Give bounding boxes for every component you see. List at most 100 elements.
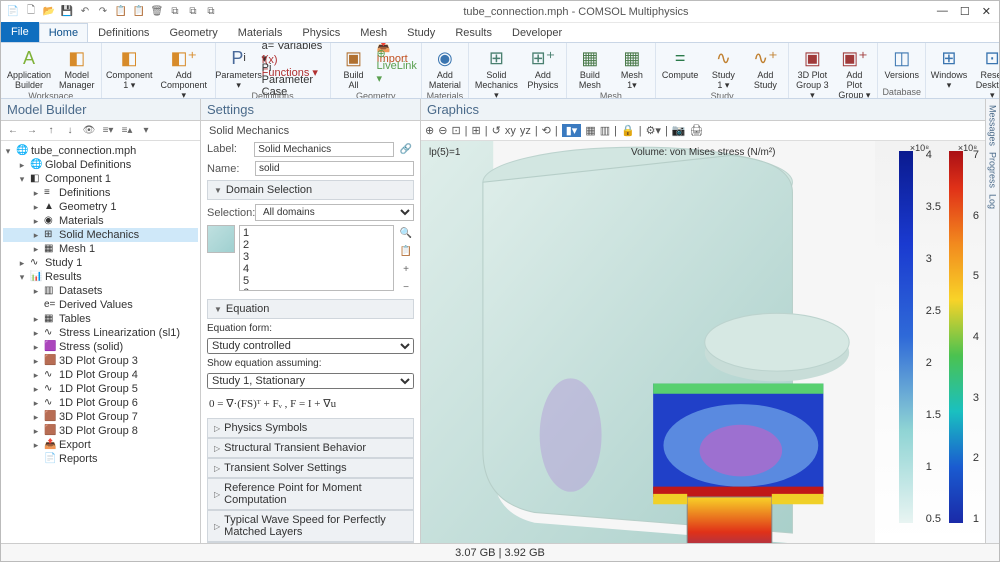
zoom-extents-icon[interactable]: ⊡	[451, 124, 460, 137]
tree-node[interactable]: ▸🟫3D Plot Group 7	[3, 410, 198, 424]
tab-developer[interactable]: Developer	[502, 23, 572, 42]
domain-item[interactable]: 3	[243, 251, 390, 263]
qat-btn-4[interactable]: ↶	[77, 4, 93, 20]
tree-node[interactable]: ▸∿Stress Linearization (sl1)	[3, 326, 198, 340]
tree-node[interactable]: ▸◉Materials	[3, 214, 198, 228]
rotate-icon[interactable]: ⟲	[542, 124, 551, 137]
sidetab-messages[interactable]: Messages	[988, 105, 998, 146]
windows-button[interactable]: ⊞Windows▾	[930, 45, 968, 90]
nav-back-icon[interactable]: ←	[5, 123, 21, 139]
minimize-icon[interactable]: —	[937, 5, 948, 18]
tab-physics[interactable]: Physics	[292, 23, 350, 42]
section-transient-solver-settings[interactable]: ▷Transient Solver Settings	[207, 458, 414, 478]
tree-node[interactable]: ▸🟫3D Plot Group 3	[3, 354, 198, 368]
label-link-icon[interactable]: 🔗	[398, 141, 414, 157]
tab-results[interactable]: Results	[445, 23, 502, 42]
scene-light-icon[interactable]: ▦	[585, 124, 595, 137]
tree-node[interactable]: ▾📊Results	[3, 270, 198, 284]
qat-btn-9[interactable]: ⧉	[167, 4, 183, 20]
add-study-button[interactable]: ∿⁺AddStudy	[746, 45, 784, 90]
view-xy2-icon[interactable]: xy	[505, 125, 516, 137]
versions-button[interactable]: ◫Versions	[882, 45, 921, 80]
tab-file[interactable]: File	[1, 22, 39, 42]
tree-node[interactable]: ▸🟪Stress (solid)	[3, 340, 198, 354]
name-input[interactable]	[255, 161, 414, 176]
tree-node[interactable]: ▸∿1D Plot Group 4	[3, 368, 198, 382]
nav-fwd-icon[interactable]: →	[24, 123, 40, 139]
qat-btn-3[interactable]: 💾	[59, 4, 75, 20]
tree-node[interactable]: ▾◧Component 1	[3, 172, 198, 186]
qat-btn-8[interactable]: 🗑	[149, 4, 165, 20]
tree-node[interactable]: ▸📤Export	[3, 438, 198, 452]
domain-item[interactable]: 5	[243, 275, 390, 287]
qat-btn-10[interactable]: ⧉	[185, 4, 201, 20]
print-icon[interactable]: ⚙▾	[646, 124, 661, 137]
tree-node[interactable]: ▸∿Study 1	[3, 256, 198, 270]
equation-section[interactable]: ▼Equation	[207, 299, 414, 319]
eqform-select[interactable]: Study controlled	[207, 338, 414, 354]
maximize-icon[interactable]: ☐	[960, 5, 970, 18]
add-physics-button[interactable]: ⊞⁺AddPhysics	[524, 45, 562, 90]
section-structural-transient-behavior[interactable]: ▷Structural Transient Behavior	[207, 438, 414, 458]
param-case-button[interactable]: Pi Parameter Case	[262, 73, 326, 87]
build-mesh-button[interactable]: ▦BuildMesh	[571, 45, 609, 90]
select-icon[interactable]: ▮▾	[562, 124, 582, 137]
lock-icon[interactable]: 🔒	[621, 124, 635, 137]
selection-select[interactable]: All domains	[255, 204, 414, 221]
model-manager-button[interactable]: ◧ModelManager	[57, 45, 97, 90]
tree-node[interactable]: ▸▦Tables	[3, 312, 198, 326]
tab-geometry[interactable]: Geometry	[159, 23, 227, 42]
add-plot-group-button[interactable]: ▣⁺Add PlotGroup ▾	[835, 45, 873, 99]
app-builder-button[interactable]: AApplicationBuilder	[5, 45, 53, 90]
qat-btn-2[interactable]: 📂	[41, 4, 57, 20]
nav-up-icon[interactable]: ↑	[43, 123, 59, 139]
add-component-button[interactable]: ◧⁺AddComponent ▾	[157, 45, 211, 99]
tree-node[interactable]: ▸∿1D Plot Group 6	[3, 396, 198, 410]
remove-sel-icon[interactable]: −	[398, 279, 414, 295]
sidetab-progress[interactable]: Progress	[988, 152, 998, 188]
tree-node[interactable]: e=Derived Values	[3, 298, 198, 312]
zoom-in-icon[interactable]: ⊕	[425, 124, 434, 137]
domain-selection-section[interactable]: ▼Domain Selection	[207, 180, 414, 200]
sidetab-log[interactable]: Log	[988, 194, 998, 209]
graphics-viewport[interactable]: lp(5)=1 Volume: von Mises stress (N/m²) …	[421, 141, 985, 543]
study1-button[interactable]: ∿Study1 ▾	[704, 45, 742, 90]
tree-node[interactable]: ▸🌐Global Definitions	[3, 158, 198, 172]
view-xy-icon[interactable]: ⊞	[472, 124, 481, 137]
paste-sel-icon[interactable]: 📋	[398, 243, 414, 259]
zoom-out-icon[interactable]: ⊖	[438, 124, 447, 137]
tab-home[interactable]: Home	[39, 23, 88, 42]
domain-item[interactable]: 4	[243, 263, 390, 275]
tab-materials[interactable]: Materials	[228, 23, 293, 42]
reset-desktop-button[interactable]: ⊡ResetDesktop ▾	[972, 45, 999, 99]
tree-node[interactable]: ▸▲Geometry 1	[3, 200, 198, 214]
label-input[interactable]	[254, 142, 394, 157]
tree-node[interactable]: ▸≡Definitions	[3, 186, 198, 200]
more-icon[interactable]: ▾	[138, 123, 154, 139]
qat-btn-5[interactable]: ↷	[95, 4, 111, 20]
tree-node[interactable]: ▸🟫3D Plot Group 8	[3, 424, 198, 438]
parameters-button[interactable]: PiParameters▾	[220, 45, 258, 90]
go-default-icon[interactable]: ↺	[492, 124, 501, 137]
tree-node[interactable]: ▸∿1D Plot Group 5	[3, 382, 198, 396]
domain-item[interactable]: 1	[243, 227, 390, 239]
collapse-icon[interactable]: ≡▾	[100, 123, 116, 139]
qat-btn-7[interactable]: 📋	[131, 4, 147, 20]
compute-button[interactable]: =Compute	[660, 45, 701, 80]
section-typical-wave-speed-for-perfectly-matched-layers[interactable]: ▷Typical Wave Speed for Perfectly Matche…	[207, 510, 414, 542]
tree-node[interactable]: 📄Reports	[3, 452, 198, 466]
solid-mechanics-button[interactable]: ⊞SolidMechanics ▾	[473, 45, 520, 99]
mesh1-button[interactable]: ▦Mesh1▾	[613, 45, 651, 90]
qat-btn-0[interactable]: 📄	[5, 4, 21, 20]
snapshot-icon[interactable]: 📷	[672, 124, 686, 137]
showeq-select[interactable]: Study 1, Stationary	[207, 373, 414, 389]
model-tree[interactable]: ▾🌐tube_connection.mph▸🌐Global Definition…	[1, 141, 200, 543]
tab-mesh[interactable]: Mesh	[350, 23, 397, 42]
tree-node[interactable]: ▸⊞Solid Mechanics	[3, 228, 198, 242]
tree-node[interactable]: ▸▥Datasets	[3, 284, 198, 298]
tree-node[interactable]: ▾🌐tube_connection.mph	[3, 144, 198, 158]
qat-btn-1[interactable]: 🗋	[23, 4, 39, 20]
anim-icon[interactable]: 🖨	[690, 124, 704, 137]
build-all-button[interactable]: ▣BuildAll	[335, 45, 373, 90]
nav-down-icon[interactable]: ↓	[62, 123, 78, 139]
